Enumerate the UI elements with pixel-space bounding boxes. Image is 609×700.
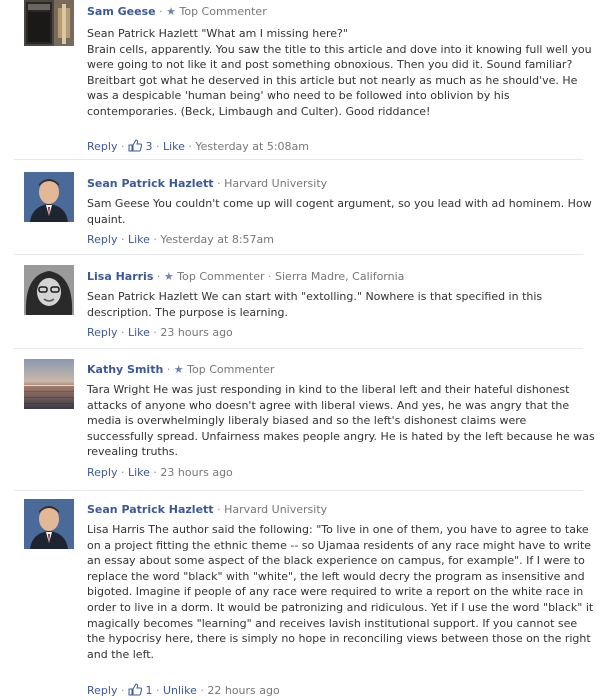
meta-separator: · bbox=[159, 5, 163, 18]
action-separator: · bbox=[120, 140, 125, 153]
comment-body: Lisa Harris The author said the followin… bbox=[87, 522, 595, 662]
profile-photo bbox=[24, 499, 74, 549]
comment-header: Sean Patrick Hazlett · Harvard Universit… bbox=[87, 177, 589, 191]
star-icon: ★ bbox=[166, 5, 176, 18]
sunset-photo bbox=[24, 359, 74, 409]
avatar[interactable] bbox=[24, 499, 74, 549]
timestamp[interactable]: 23 hours ago bbox=[160, 326, 232, 339]
top-commenter-badge: Top Commenter bbox=[179, 5, 267, 18]
comment-actions: Reply · 3 · Like · Yesterday at 5:08am bbox=[87, 139, 309, 154]
affiliation: Harvard University bbox=[224, 177, 328, 190]
action-separator: · bbox=[188, 140, 192, 153]
author-name[interactable]: Sam Geese bbox=[87, 5, 156, 18]
like-count[interactable]: 1 bbox=[145, 684, 152, 697]
comment-header: Lisa Harris · ★ Top Commenter · Sierra M… bbox=[87, 270, 589, 284]
comment-body: Sean Patrick Hazlett We can start with "… bbox=[87, 289, 595, 320]
action-separator: · bbox=[200, 684, 204, 697]
top-commenter-badge: Top Commenter bbox=[187, 363, 275, 376]
meta-separator: · bbox=[217, 177, 221, 190]
action-separator: · bbox=[120, 466, 125, 479]
reply-link[interactable]: Reply bbox=[87, 140, 117, 153]
comment-paragraph: Brain cells, apparently. You saw the tit… bbox=[87, 42, 592, 72]
comment-actions: Reply · Like · 23 hours ago bbox=[87, 466, 233, 480]
comment-divider bbox=[14, 490, 583, 491]
action-separator: · bbox=[153, 326, 157, 339]
avatar[interactable] bbox=[24, 172, 74, 222]
thumbs-up-icon bbox=[128, 683, 143, 696]
author-name[interactable]: Sean Patrick Hazlett bbox=[87, 177, 214, 190]
like-link[interactable]: Like bbox=[128, 233, 150, 246]
action-separator: · bbox=[120, 326, 125, 339]
star-icon: ★ bbox=[173, 363, 184, 376]
reply-link[interactable]: Reply bbox=[87, 233, 117, 246]
comment-header: Kathy Smith · ★ Top Commenter bbox=[87, 363, 589, 377]
star-icon: ★ bbox=[163, 270, 174, 283]
comment-body: Sam Geese You couldn't come up will coge… bbox=[87, 196, 595, 227]
author-name[interactable]: Sean Patrick Hazlett bbox=[87, 503, 214, 516]
unlike-link[interactable]: Unlike bbox=[163, 684, 197, 697]
top-commenter-badge: Top Commenter bbox=[177, 270, 265, 283]
comment-header: Sam Geese · ★ Top Commenter bbox=[87, 5, 589, 19]
affiliation: Harvard University bbox=[224, 503, 328, 516]
comment-divider bbox=[14, 159, 583, 160]
avatar[interactable] bbox=[24, 0, 74, 46]
comment-actions: Reply · Like · Yesterday at 8:57am bbox=[87, 233, 274, 247]
meta-separator: · bbox=[268, 270, 272, 283]
avatar[interactable] bbox=[24, 265, 74, 315]
comment-divider bbox=[14, 254, 583, 255]
comment-paragraph: Lisa Harris The author said the followin… bbox=[87, 523, 594, 661]
comment-paragraph: Sam Geese You couldn't come up will coge… bbox=[87, 197, 592, 226]
author-name[interactable]: Kathy Smith bbox=[87, 363, 163, 376]
comment-header: Sean Patrick Hazlett · Harvard Universit… bbox=[87, 503, 589, 517]
action-separator: · bbox=[120, 684, 125, 697]
meta-separator: · bbox=[166, 363, 171, 376]
action-separator: · bbox=[153, 466, 157, 479]
location: Sierra Madre, California bbox=[275, 270, 405, 283]
timestamp[interactable]: 23 hours ago bbox=[160, 466, 232, 479]
action-separator: · bbox=[153, 233, 157, 246]
reply-link[interactable]: Reply bbox=[87, 684, 117, 697]
comment-body: Tara Wright He was just responding in ki… bbox=[87, 382, 595, 460]
thumbs-up-icon bbox=[128, 139, 143, 152]
like-count[interactable]: 3 bbox=[145, 140, 152, 153]
comment-paragraph: Sean Patrick Hazlett "What am I missing … bbox=[87, 27, 348, 40]
comment-paragraph: Sean Patrick Hazlett We can start with "… bbox=[87, 290, 543, 319]
amplifier-photo bbox=[24, 0, 74, 46]
comment-paragraph: Breitbart got what he deserved in this a… bbox=[87, 73, 578, 118]
action-separator: · bbox=[155, 684, 160, 697]
like-link[interactable]: Like bbox=[128, 466, 150, 479]
like-link[interactable]: Like bbox=[128, 326, 150, 339]
timestamp[interactable]: 22 hours ago bbox=[207, 684, 279, 697]
comment-actions: Reply · 1 · Unlike · 22 hours ago bbox=[87, 683, 280, 698]
author-name[interactable]: Lisa Harris bbox=[87, 270, 153, 283]
profile-photo bbox=[24, 172, 74, 222]
comment-paragraph: Tara Wright He was just responding in ki… bbox=[87, 383, 595, 459]
meta-separator: · bbox=[156, 270, 161, 283]
comment-body: Sean Patrick Hazlett "What am I missing … bbox=[87, 26, 595, 120]
profile-photo bbox=[24, 265, 74, 315]
comment-divider bbox=[14, 348, 583, 349]
meta-separator: · bbox=[217, 503, 221, 516]
timestamp[interactable]: Yesterday at 5:08am bbox=[195, 140, 309, 153]
reply-link[interactable]: Reply bbox=[87, 326, 117, 339]
action-separator: · bbox=[155, 140, 160, 153]
action-separator: · bbox=[120, 233, 125, 246]
comment-actions: Reply · Like · 23 hours ago bbox=[87, 326, 233, 340]
like-link[interactable]: Like bbox=[163, 140, 185, 153]
timestamp[interactable]: Yesterday at 8:57am bbox=[160, 233, 274, 246]
avatar[interactable] bbox=[24, 359, 74, 409]
reply-link[interactable]: Reply bbox=[87, 466, 117, 479]
